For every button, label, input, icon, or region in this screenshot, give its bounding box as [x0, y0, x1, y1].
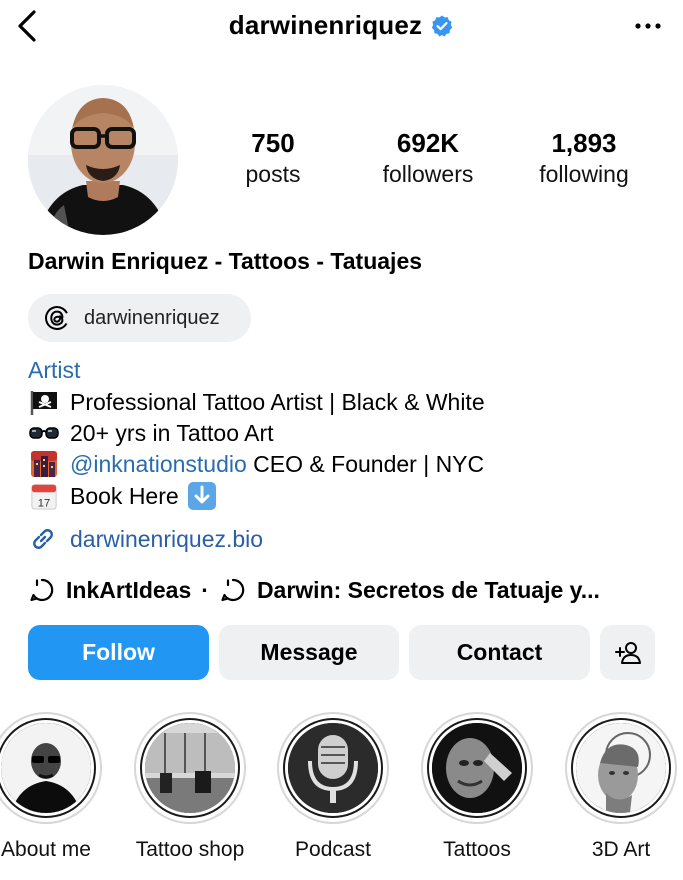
thread-circle-icon — [30, 578, 54, 602]
highlight-ring — [565, 712, 677, 824]
highlight-cover-image — [142, 720, 238, 816]
followers-stat[interactable]: 692K followers — [358, 126, 498, 188]
profile-external-link[interactable]: darwinenriquez.bio — [28, 524, 263, 554]
bio-text-2: 20+ yrs in Tattoo Art — [70, 419, 274, 446]
message-button[interactable]: Message — [219, 625, 399, 680]
bio-text-1: Professional Tattoo Artist | Black & Whi… — [70, 388, 485, 415]
highlight-about-me[interactable]: About me — [0, 712, 116, 862]
bio-line-1: Professional Tattoo Artist | Black & Whi… — [28, 388, 485, 416]
following-stat[interactable]: 1,893 following — [514, 126, 654, 188]
top-bar: darwinenriquez — [0, 0, 683, 56]
calendar-icon: 17 — [31, 484, 57, 510]
bio-line-2: 20+ yrs in Tattoo Art — [28, 419, 274, 447]
threads-profile-chip[interactable]: darwinenriquez — [28, 294, 251, 342]
highlight-podcast[interactable]: Podcast — [263, 712, 403, 862]
city-night-icon — [31, 451, 57, 477]
following-label: following — [539, 161, 629, 187]
threads-link-darwin-secretos[interactable]: Darwin: Secretos de Tatuaje y... — [257, 577, 600, 604]
down-arrow-icon — [187, 482, 216, 510]
threads-icon — [45, 306, 69, 330]
highlight-ring — [134, 712, 246, 824]
studio-mention-link[interactable]: @inknationstudio — [70, 451, 247, 478]
posts-count: 750 — [251, 128, 295, 158]
glasses-icon — [29, 427, 59, 439]
highlight-label: Tattoos — [443, 838, 511, 861]
link-icon — [33, 529, 53, 549]
followers-label: followers — [382, 161, 474, 187]
bio-text-3: CEO & Founder | NYC — [246, 450, 485, 477]
highlight-label: Tattoo shop — [135, 838, 245, 861]
username-title: darwinenriquez — [228, 10, 423, 40]
highlight-label: 3D Art — [591, 838, 651, 861]
highlight-cover-image — [285, 720, 381, 816]
bio-line-3: @inknationstudio CEO & Founder | NYC — [28, 450, 484, 478]
highlight-cover-image — [429, 720, 525, 816]
highlight-label: Podcast — [295, 838, 371, 861]
pirate-flag-icon — [30, 391, 57, 415]
avatar-portrait-image — [28, 85, 178, 235]
more-options-icon[interactable] — [633, 16, 663, 36]
threads-separator: · — [201, 576, 209, 603]
contact-button[interactable]: Contact — [409, 625, 590, 680]
threads-handle: darwinenriquez — [84, 306, 220, 329]
highlight-cover-image — [0, 720, 94, 816]
following-count: 1,893 — [551, 128, 617, 158]
add-user-icon — [614, 641, 641, 664]
posts-stat[interactable]: 750 posts — [203, 126, 343, 188]
threads-link-inkartideas[interactable]: InkArtIdeas — [66, 577, 191, 604]
followers-count: 692K — [396, 128, 460, 158]
thread-circle-icon — [221, 578, 245, 602]
profile-avatar[interactable] — [28, 85, 178, 235]
highlight-label: About me — [1, 838, 91, 861]
verified-badge-icon — [432, 15, 453, 36]
threads-links-row: InkArtIdeas · Darwin: Secretos de Tatuaj… — [28, 576, 600, 604]
profile-link-text: darwinenriquez.bio — [70, 525, 264, 552]
highlight-3d-art[interactable]: 3D Art — [551, 712, 683, 862]
calendar-day: 17 — [38, 497, 50, 509]
follow-button[interactable]: Follow — [28, 625, 209, 680]
highlight-cover-image — [573, 720, 669, 816]
highlight-ring — [421, 712, 533, 824]
profile-category: Artist — [28, 357, 81, 383]
bio-line-4: 17 Book Here — [28, 481, 217, 511]
posts-label: posts — [245, 161, 301, 187]
suggested-users-button[interactable] — [600, 625, 655, 680]
highlight-tattoo-shop[interactable]: Tattoo shop — [120, 712, 260, 862]
profile-full-name: Darwin Enriquez - Tattoos - Tatuajes — [28, 248, 423, 274]
highlight-tattoos[interactable]: Tattoos — [407, 712, 547, 862]
bio-text-4: Book Here — [70, 482, 179, 509]
highlight-ring — [0, 712, 102, 824]
header-title: darwinenriquez — [0, 10, 683, 41]
highlight-ring — [277, 712, 389, 824]
